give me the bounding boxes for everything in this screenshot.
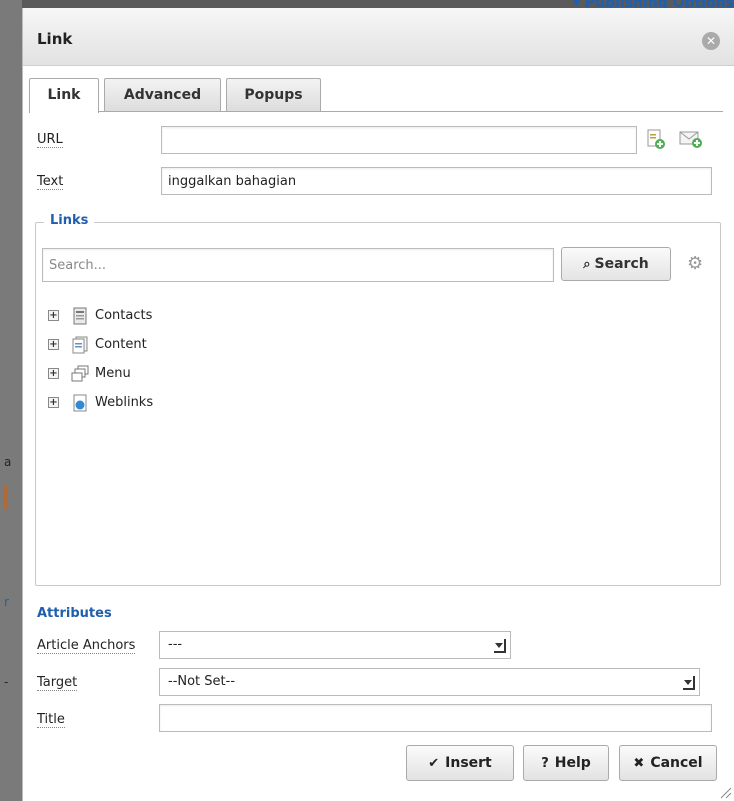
article-anchors-label: Article Anchors	[37, 638, 136, 654]
links-fieldset: Links ⌕Search ⚙ + Contacts	[35, 213, 721, 586]
attributes-legend: Attributes	[37, 606, 112, 621]
menu-icon	[71, 365, 89, 381]
expand-icon[interactable]: +	[48, 397, 59, 408]
tree-item-label: Content	[95, 337, 147, 352]
tab-popups[interactable]: Popups	[226, 78, 321, 112]
chevron-down-icon	[494, 639, 506, 653]
dialog-titlebar: Link ✕	[23, 8, 734, 66]
tree-item-weblinks[interactable]: + Weblinks	[48, 388, 153, 417]
insert-button[interactable]: ✔ Insert	[406, 745, 514, 781]
content-icon	[72, 336, 88, 353]
question-icon: ?	[541, 756, 549, 771]
search-button[interactable]: ⌕ Search	[561, 247, 671, 281]
link-tree: + Contacts + Content + Menu + Weblinks	[48, 301, 153, 417]
chevron-down-icon	[683, 676, 695, 690]
gear-icon[interactable]: ⚙	[687, 255, 705, 273]
links-legend: Links	[44, 213, 95, 228]
tab-bar: Link Advanced Popups	[29, 78, 729, 113]
search-icon: ⌕	[583, 257, 591, 272]
tab-advanced[interactable]: Advanced	[104, 78, 221, 112]
expand-icon[interactable]: +	[48, 310, 59, 321]
tree-item-menu[interactable]: + Menu	[48, 359, 153, 388]
expand-icon[interactable]: +	[48, 339, 59, 350]
article-anchors-select[interactable]: ---	[159, 631, 511, 659]
url-input[interactable]	[161, 126, 637, 154]
expand-icon[interactable]: +	[48, 368, 59, 379]
check-icon: ✔	[428, 756, 440, 771]
tree-item-label: Contacts	[95, 308, 153, 323]
cancel-button[interactable]: ✖ Cancel	[619, 745, 717, 781]
title-label: Title	[37, 712, 65, 728]
target-label: Target	[37, 675, 78, 691]
link-tab-panel: URL Text Links	[29, 112, 723, 737]
close-icon[interactable]: ✕	[702, 32, 720, 50]
x-icon: ✖	[633, 756, 645, 771]
link-dialog: Link ✕ Link Advanced Popups URL Text ing…	[22, 8, 734, 801]
links-search-input[interactable]	[42, 248, 554, 282]
help-button[interactable]: ? Help	[523, 745, 609, 781]
text-input[interactable]	[161, 167, 712, 195]
tree-item-content[interactable]: + Content	[48, 330, 153, 359]
resize-handle-icon[interactable]	[718, 785, 732, 799]
background-left-edge: a r -	[0, 0, 22, 801]
tree-item-label: Menu	[95, 366, 131, 381]
text-label: Text	[37, 174, 64, 190]
tree-item-label: Weblinks	[95, 395, 154, 410]
browse-file-icon[interactable]	[645, 128, 667, 150]
title-input[interactable]	[159, 704, 712, 732]
contacts-icon	[73, 307, 87, 324]
tree-item-contacts[interactable]: + Contacts	[48, 301, 153, 330]
url-label: URL	[37, 132, 63, 148]
target-select[interactable]: --Not Set--	[159, 668, 700, 696]
email-link-icon[interactable]	[679, 128, 702, 150]
weblinks-icon	[73, 394, 87, 411]
tab-link[interactable]: Link	[29, 78, 99, 113]
dialog-title: Link	[37, 30, 73, 48]
